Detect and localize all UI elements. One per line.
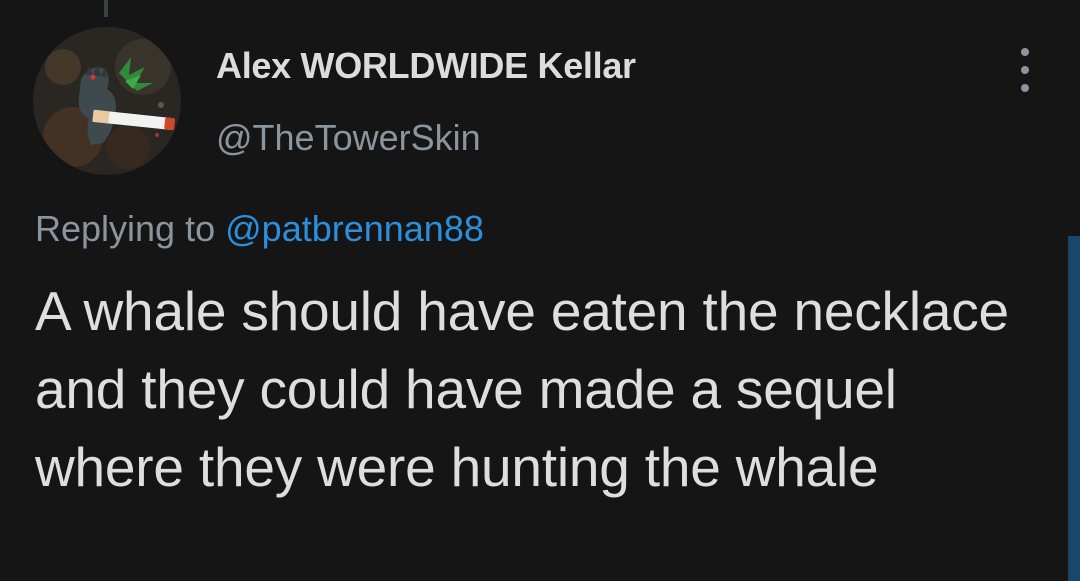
more-vertical-icon <box>1021 48 1029 56</box>
reply-context: Replying to @patbrennan88 <box>35 208 484 250</box>
author-handle[interactable]: @TheTowerSkin <box>216 117 481 159</box>
author-display-name[interactable]: Alex WORLDWIDE Kellar <box>216 45 636 87</box>
godzilla-avatar-icon <box>33 27 181 175</box>
scroll-indicator[interactable] <box>1068 236 1080 581</box>
tweet-body-text: A whale should have eaten the necklace a… <box>35 280 1009 498</box>
reply-to-mention-link[interactable]: @patbrennan88 <box>225 208 484 249</box>
author-avatar[interactable] <box>33 27 181 175</box>
reply-prefix-label: Replying to <box>35 208 216 249</box>
more-options-button[interactable] <box>1008 48 1042 92</box>
more-vertical-icon-dot <box>1021 84 1029 92</box>
more-vertical-icon-dot <box>1021 66 1029 74</box>
thread-connector-line <box>104 0 108 17</box>
